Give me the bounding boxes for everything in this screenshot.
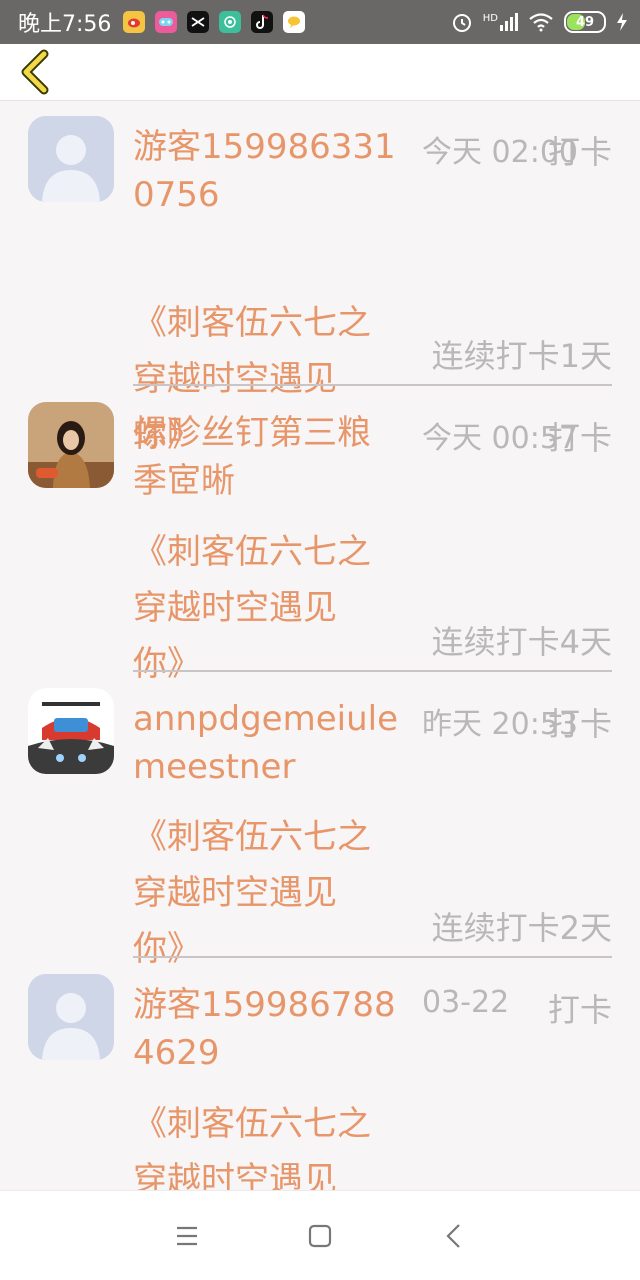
battery-level: 49	[575, 14, 595, 30]
list-item[interactable]: 游客1599867884629 《刺客伍六七之 穿越时空遇见 03-22 打卡	[0, 959, 640, 1190]
weibo-icon	[123, 11, 146, 33]
user-name[interactable]: 螺畛丝钉第三粮季宧晰	[133, 409, 401, 505]
podcast-icon	[219, 11, 242, 33]
status-time: 晚上7:56	[18, 12, 112, 37]
book-title-line: 《刺客伍六七之	[133, 1104, 371, 1144]
default-avatar-icon	[28, 116, 114, 202]
back-button[interactable]	[14, 48, 62, 96]
streak-text: 连续打卡1天	[431, 337, 612, 375]
chevron-left-icon	[21, 49, 49, 95]
chat-icon	[283, 11, 306, 33]
checkin-action: 打卡	[547, 133, 612, 171]
game-icon	[155, 11, 178, 33]
avatar[interactable]	[28, 688, 114, 774]
divider	[133, 670, 612, 672]
charging-icon	[617, 13, 627, 31]
list-item[interactable]: 螺畛丝钉第三粮季宧晰 《刺客伍六七之 穿越时空遇见 你》 今天 00:57 打卡…	[0, 387, 640, 684]
list-item[interactable]: 游客1599863310756 《刺客伍六七之 穿越时空遇见 你》 今天 02:…	[0, 101, 640, 455]
wifi-icon	[529, 13, 553, 32]
book-title-line: 《刺客伍六七之	[133, 817, 371, 857]
book-title-line: 《刺客伍六七之	[133, 303, 371, 343]
back-icon	[446, 1224, 460, 1248]
user-name[interactable]: annpdgemeiulemeestner	[133, 695, 401, 791]
nav-back-button[interactable]	[434, 1216, 474, 1256]
book-title-line: 《刺客伍六七之	[133, 532, 371, 572]
book-title-line: 穿越时空遇见	[133, 873, 337, 913]
home-button[interactable]	[300, 1216, 340, 1256]
avatar[interactable]	[28, 402, 114, 488]
menu-button[interactable]	[167, 1216, 207, 1256]
user-name[interactable]: 游客1599867884629	[133, 981, 401, 1077]
checkin-action: 打卡	[547, 991, 612, 1029]
app-header	[0, 44, 640, 101]
avatar[interactable]	[28, 116, 114, 202]
system-nav-bar	[0, 1190, 640, 1280]
checkin-list[interactable]: 游客1599863310756 《刺客伍六七之 穿越时空遇见 你》 今天 02:…	[0, 101, 640, 1190]
home-icon	[308, 1224, 332, 1248]
cat-avatar-icon	[28, 688, 114, 774]
capcut-icon	[187, 11, 210, 33]
notification-icons	[123, 11, 306, 33]
streak-text: 连续打卡2天	[431, 909, 612, 947]
alarm-icon	[452, 14, 471, 32]
checkin-action: 打卡	[547, 419, 612, 457]
list-item[interactable]: annpdgemeiulemeestner 《刺客伍六七之 穿越时空遇见 你》 …	[0, 673, 640, 969]
divider	[133, 956, 612, 958]
avatar[interactable]	[28, 974, 114, 1060]
battery-indicator: 49	[564, 11, 606, 33]
tiktok-icon	[251, 11, 274, 33]
streak-text: 连续打卡4天	[431, 623, 612, 661]
photo-avatar-icon	[28, 402, 114, 488]
default-avatar-icon	[28, 974, 114, 1060]
checkin-action: 打卡	[547, 705, 612, 743]
checkin-time: 03-22	[422, 985, 510, 1020]
book-title-line: 穿越时空遇见	[133, 1160, 337, 1190]
divider	[133, 384, 612, 386]
system-status: HD 49	[451, 11, 628, 33]
signal-icon: HD	[483, 13, 518, 31]
user-name[interactable]: 游客1599863310756	[133, 123, 401, 219]
status-bar: 晚上7:56 HD 49	[0, 0, 640, 44]
book-title-line: 穿越时空遇见	[133, 588, 337, 628]
hd-label: HD	[482, 13, 498, 24]
menu-icon	[177, 1226, 197, 1246]
